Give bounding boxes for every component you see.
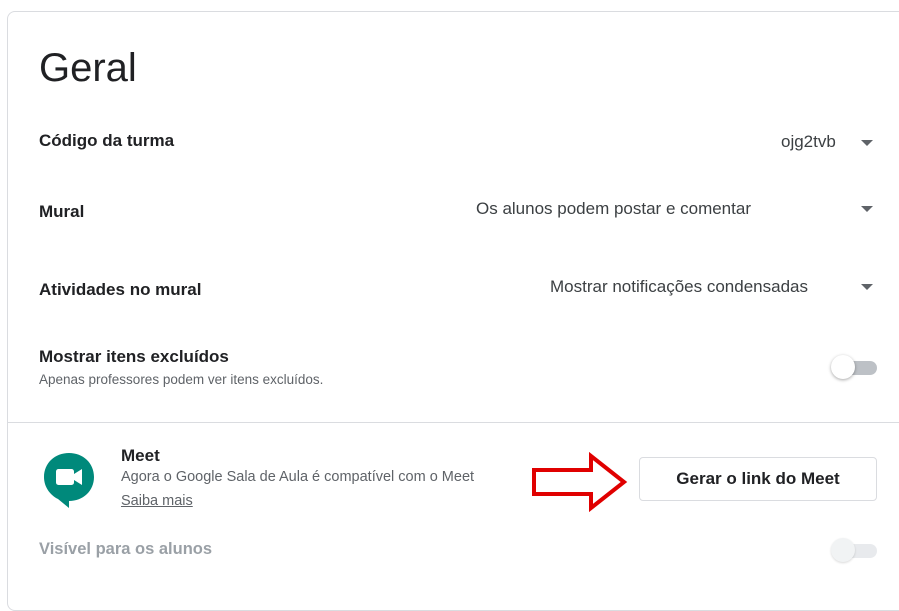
class-code-value[interactable]: ojg2tvb (781, 132, 836, 152)
stream-select[interactable]: Os alunos podem postar e comentar (476, 199, 751, 219)
general-settings-card (7, 11, 899, 611)
toggle-thumb (831, 355, 855, 379)
generate-meet-link-button[interactable]: Gerar o link do Meet (639, 457, 877, 501)
show-deleted-description: Apenas professores podem ver itens exclu… (39, 372, 324, 387)
visible-to-students-label: Visível para os alunos (39, 540, 213, 558)
stream-label: Mural (39, 202, 85, 221)
classwork-on-stream-label: Atividades no mural (39, 280, 202, 299)
class-code-dropdown-icon[interactable] (861, 140, 873, 146)
section-divider (8, 422, 899, 423)
classwork-on-stream-select[interactable]: Mostrar notificações condensadas (550, 277, 808, 297)
show-deleted-toggle[interactable] (831, 354, 879, 380)
page-title: Geral (39, 46, 137, 90)
red-annotation-arrow-icon (532, 452, 628, 512)
toggle-thumb (831, 538, 855, 562)
learn-more-link[interactable]: Saiba mais (121, 493, 193, 509)
meet-description: Agora o Google Sala de Aula é compatível… (121, 469, 475, 485)
stream-dropdown-icon[interactable] (861, 206, 873, 212)
visible-to-students-toggle[interactable] (831, 537, 879, 563)
class-code-label: Código da turma (39, 131, 175, 150)
google-meet-icon (44, 453, 94, 508)
show-deleted-label: Mostrar itens excluídos (39, 347, 229, 366)
classwork-on-stream-dropdown-icon[interactable] (861, 284, 873, 290)
meet-title: Meet (121, 446, 160, 465)
